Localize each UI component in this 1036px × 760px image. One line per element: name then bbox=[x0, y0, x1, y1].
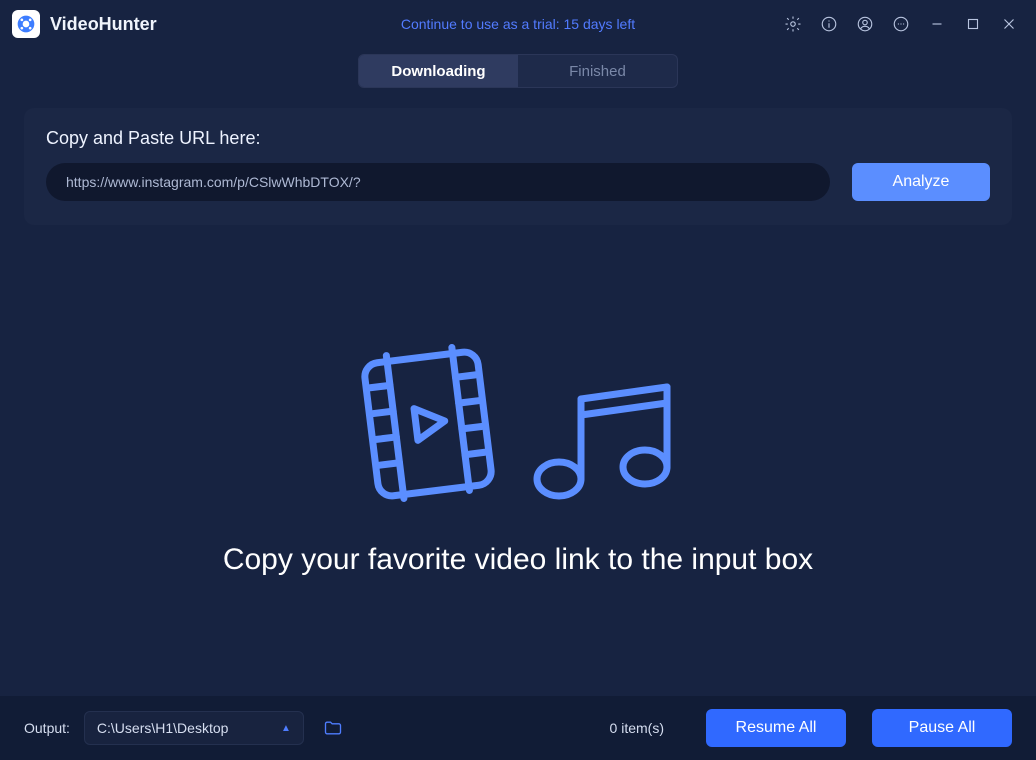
empty-illustration bbox=[353, 343, 683, 503]
close-button[interactable] bbox=[994, 9, 1024, 39]
tabs-row: Downloading Finished bbox=[0, 48, 1036, 98]
info-icon[interactable] bbox=[814, 9, 844, 39]
chevron-up-icon: ▲ bbox=[281, 723, 291, 734]
output-label: Output: bbox=[24, 720, 70, 736]
window-controls bbox=[778, 9, 1024, 39]
empty-message: Copy your favorite video link to the inp… bbox=[223, 543, 813, 577]
tab-downloading[interactable]: Downloading bbox=[359, 55, 518, 87]
film-icon bbox=[353, 343, 503, 503]
user-icon[interactable] bbox=[850, 9, 880, 39]
footer-bar: Output: C:\Users\H1\Desktop ▲ 0 item(s) … bbox=[0, 696, 1036, 760]
tab-group: Downloading Finished bbox=[358, 54, 678, 88]
url-input[interactable] bbox=[46, 163, 830, 201]
maximize-button[interactable] bbox=[958, 9, 988, 39]
analyze-button[interactable]: Analyze bbox=[852, 163, 990, 201]
output-path-dropdown[interactable]: C:\Users\H1\Desktop ▲ bbox=[84, 711, 304, 745]
item-count: 0 item(s) bbox=[610, 720, 664, 736]
title-bar: VideoHunter Continue to use as a trial: … bbox=[0, 0, 1036, 48]
app-name: VideoHunter bbox=[50, 14, 157, 35]
output-path-text: C:\Users\H1\Desktop bbox=[97, 720, 228, 736]
feedback-icon[interactable] bbox=[886, 9, 916, 39]
app-logo bbox=[12, 10, 40, 38]
url-row: Analyze bbox=[46, 163, 990, 201]
minimize-button[interactable] bbox=[922, 9, 952, 39]
trial-status[interactable]: Continue to use as a trial: 15 days left bbox=[401, 16, 635, 32]
url-label: Copy and Paste URL here: bbox=[46, 128, 990, 149]
settings-icon[interactable] bbox=[778, 9, 808, 39]
pause-all-button[interactable]: Pause All bbox=[872, 709, 1012, 747]
empty-state: Copy your favorite video link to the inp… bbox=[0, 225, 1036, 695]
tab-finished[interactable]: Finished bbox=[518, 55, 677, 87]
resume-all-button[interactable]: Resume All bbox=[706, 709, 846, 747]
open-folder-button[interactable] bbox=[318, 713, 348, 743]
music-note-icon bbox=[523, 373, 683, 503]
url-panel: Copy and Paste URL here: Analyze bbox=[24, 108, 1012, 225]
